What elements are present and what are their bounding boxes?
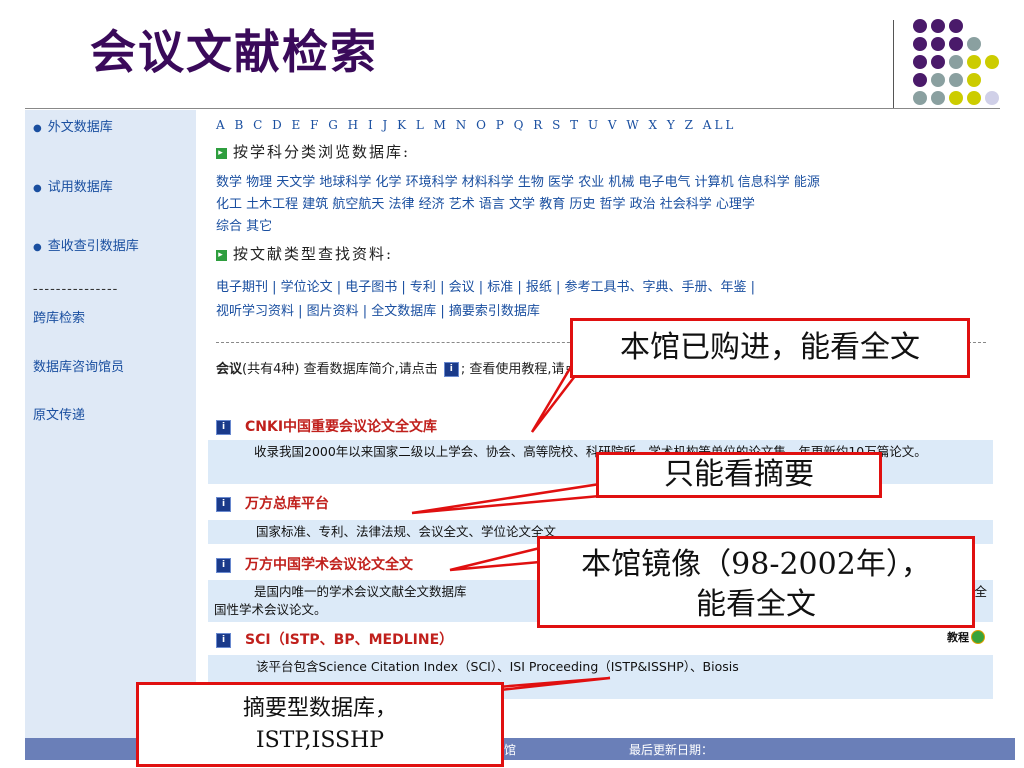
alphabet-index[interactable]: A B C D E F G H I J K L M N O P Q R S T …	[216, 118, 736, 132]
decor-dot	[949, 37, 963, 51]
callout-abstract-only: 只能看摘要	[596, 452, 882, 498]
sidebar-item-trial-db[interactable]: ● 试用数据库	[33, 176, 113, 195]
db-sci-title[interactable]: i SCI（ISTP、BP、MEDLINE） 教程	[216, 629, 991, 649]
type-links-row-2[interactable]: 视听学习资料 | 图片资料 | 全文数据库 | 摘要索引数据库	[216, 300, 540, 319]
subject-heading: ▸ 按学科分类浏览数据库:	[216, 141, 410, 162]
decor-dot	[931, 37, 945, 51]
decor-dot	[949, 73, 963, 87]
bullet-icon: ●	[33, 242, 42, 253]
tutorial-icon	[971, 630, 985, 644]
decor-dot	[913, 55, 927, 69]
decor-dot	[985, 91, 999, 105]
arrow-icon: ▸	[216, 147, 227, 159]
callout-abstract-db: 摘要型数据库， ISTP,ISSHP	[136, 682, 504, 767]
info-icon[interactable]: i	[216, 419, 231, 435]
decor-dot	[913, 19, 927, 33]
decor-dot	[913, 91, 927, 105]
subject-links-row-1[interactable]: 数学 物理 天文学 地球科学 化学 环境科学 材料科学 生物 医学 农业 机械 …	[216, 171, 820, 190]
info-icon[interactable]: i	[216, 632, 231, 648]
slide-title: 会议文献检索	[90, 25, 378, 79]
footer-updated: 最后更新日期：	[629, 743, 714, 757]
decor-dot	[913, 73, 927, 87]
sidebar-link-consultant[interactable]: 数据库咨询馆员	[33, 356, 124, 375]
decor-dot	[931, 19, 945, 33]
title-underline	[25, 108, 1000, 109]
info-icon[interactable]: i	[443, 361, 459, 377]
db-cnki-title[interactable]: i CNKI中国重要会议论文全文库	[216, 416, 991, 436]
sidebar-link-cross-search[interactable]: 跨库检索	[33, 307, 85, 326]
decorative-dots	[913, 19, 1013, 109]
decor-dot	[931, 55, 945, 69]
title-divider	[893, 20, 894, 108]
sidebar: ● 外文数据库 ● 试用数据库 ● 查收查引数据库 --------------- 跨…	[25, 110, 196, 738]
arrow-icon: ▸	[216, 249, 227, 261]
sidebar-divider: ---------------	[33, 282, 119, 297]
info-icon[interactable]: i	[216, 496, 231, 512]
decor-dot	[931, 73, 945, 87]
subject-links-row-3[interactable]: 综合 其它	[216, 215, 272, 234]
decor-dot	[985, 55, 999, 69]
main-content: A B C D E F G H I J K L M N O P Q R S T …	[196, 110, 1004, 738]
bullet-icon: ●	[33, 183, 42, 194]
decor-dot	[949, 91, 963, 105]
decor-dot	[967, 55, 981, 69]
decor-dot	[967, 37, 981, 51]
sci-tutorial[interactable]: 教程	[947, 629, 985, 645]
decor-dot	[931, 91, 945, 105]
decor-dot	[913, 37, 927, 51]
sidebar-link-document-delivery[interactable]: 原文传递	[33, 404, 85, 423]
decor-dot	[967, 73, 981, 87]
callout-mirror: 本馆镜像（98-2002年）， 能看全文	[537, 536, 975, 628]
info-icon[interactable]: i	[216, 557, 231, 573]
decor-dot	[967, 91, 981, 105]
type-heading: ▸ 按文献类型查找资料:	[216, 243, 393, 264]
subject-links-row-2[interactable]: 化工 土木工程 建筑 航空航天 法律 经济 艺术 语言 文学 教育 历史 哲学 …	[216, 193, 755, 212]
decor-dot	[949, 19, 963, 33]
bullet-icon: ●	[33, 123, 42, 134]
type-links-row-1[interactable]: 电子期刊 | 学位论文 | 电子图书 | 专利 | 会议 | 标准 | 报纸 |…	[216, 276, 755, 295]
callout-full-text: 本馆已购进，能看全文	[570, 318, 970, 378]
decor-dot	[949, 55, 963, 69]
sidebar-item-foreign-db[interactable]: ● 外文数据库	[33, 116, 113, 135]
sidebar-item-citation-db[interactable]: ● 查收查引数据库	[33, 235, 139, 254]
